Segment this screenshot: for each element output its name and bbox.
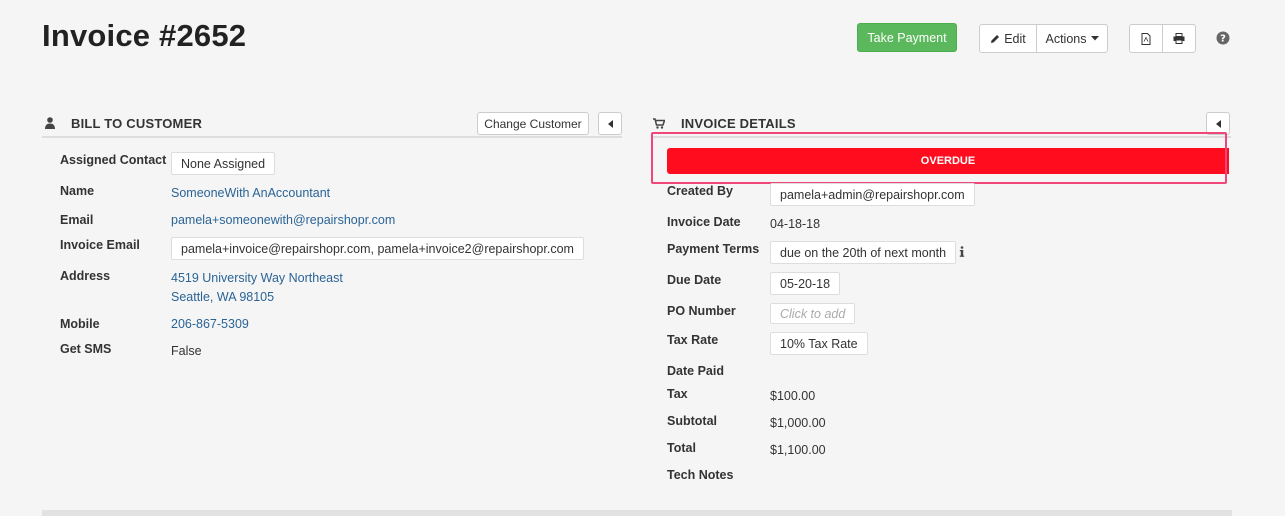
subtotal-value: $1,000.00 — [770, 416, 826, 430]
caret-left-icon — [1215, 119, 1221, 128]
info-icon[interactable] — [959, 246, 965, 258]
print-button[interactable] — [1162, 24, 1196, 53]
tax-rate-field[interactable]: 10% Tax Rate — [770, 332, 868, 355]
user-icon — [45, 117, 55, 129]
printer-icon — [1173, 33, 1185, 44]
tax-value: $100.00 — [770, 389, 816, 403]
invoice-date-label: Invoice Date — [667, 215, 741, 229]
due-date-field[interactable]: 05-20-18 — [770, 272, 841, 295]
invoice-email-field[interactable]: pamela+invoice@repairshopr.com, pamela+i… — [171, 237, 584, 260]
actions-dropdown[interactable]: Actions — [1036, 24, 1108, 53]
email-label: Email — [60, 213, 94, 227]
caret-left-icon — [607, 119, 613, 128]
shopping-cart-icon — [653, 118, 665, 129]
overdue-highlight-annotation — [651, 132, 1227, 184]
payment-terms-label: Payment Terms — [667, 242, 760, 256]
address-label: Address — [60, 269, 111, 283]
tax-rate-label: Tax Rate — [667, 333, 719, 347]
subtotal-label: Subtotal — [667, 414, 717, 428]
mobile-link[interactable]: 206-867-5309 — [171, 317, 249, 331]
page-title: Invoice #2652 — [42, 18, 247, 53]
svg-text:?: ? — [1220, 34, 1226, 45]
address-line2-link[interactable]: Seattle, WA 98105 — [171, 290, 274, 304]
take-payment-button[interactable]: Take Payment — [857, 23, 957, 52]
assigned-contact-field[interactable]: None Assigned — [171, 152, 276, 175]
invoice-email-label: Invoice Email — [60, 238, 140, 252]
name-label: Name — [60, 184, 95, 198]
created-by-label: Created By — [667, 184, 733, 198]
total-value: $1,100.00 — [770, 443, 826, 457]
invoice-date-value: 04-18-18 — [770, 217, 821, 231]
get-sms-label: Get SMS — [60, 342, 112, 356]
get-sms-value: False — [171, 344, 202, 358]
invoice-details-heading: INVOICE DETAILS — [681, 116, 796, 131]
customer-email-link[interactable]: pamela+someonewith@repairshopr.com — [171, 213, 395, 227]
collapse-bill-to-button[interactable] — [598, 112, 622, 135]
tax-label: Tax — [667, 387, 688, 401]
total-label: Total — [667, 441, 696, 455]
edit-button[interactable]: Edit — [979, 24, 1037, 53]
bill-to-divider — [42, 136, 622, 138]
actions-label: Actions — [1045, 31, 1087, 46]
payment-terms-field[interactable]: due on the 20th of next month — [770, 241, 957, 264]
customer-name-link[interactable]: SomeoneWith AnAccountant — [171, 186, 330, 200]
help-icon[interactable]: ? — [1216, 31, 1230, 45]
tech-notes-label: Tech Notes — [667, 468, 734, 482]
date-paid-label: Date Paid — [667, 364, 724, 378]
assigned-contact-label: Assigned Contact — [60, 153, 167, 167]
bill-to-heading: BILL TO CUSTOMER — [71, 116, 203, 131]
caret-down-icon — [1090, 36, 1099, 41]
po-number-label: PO Number — [667, 304, 736, 318]
pdf-button[interactable] — [1129, 24, 1163, 53]
mobile-label: Mobile — [60, 317, 100, 331]
due-date-label: Due Date — [667, 273, 722, 287]
address-line1-link[interactable]: 4519 University Way Northeast — [171, 271, 343, 285]
created-by-field[interactable]: pamela+admin@repairshopr.com — [770, 183, 975, 206]
change-customer-button[interactable]: Change Customer — [477, 112, 589, 135]
po-number-field[interactable]: Click to add — [770, 303, 856, 324]
pdf-file-icon — [1141, 32, 1151, 45]
edit-label: Edit — [1004, 31, 1026, 46]
pencil-icon — [990, 34, 1000, 44]
next-panel-edge — [42, 510, 1232, 516]
